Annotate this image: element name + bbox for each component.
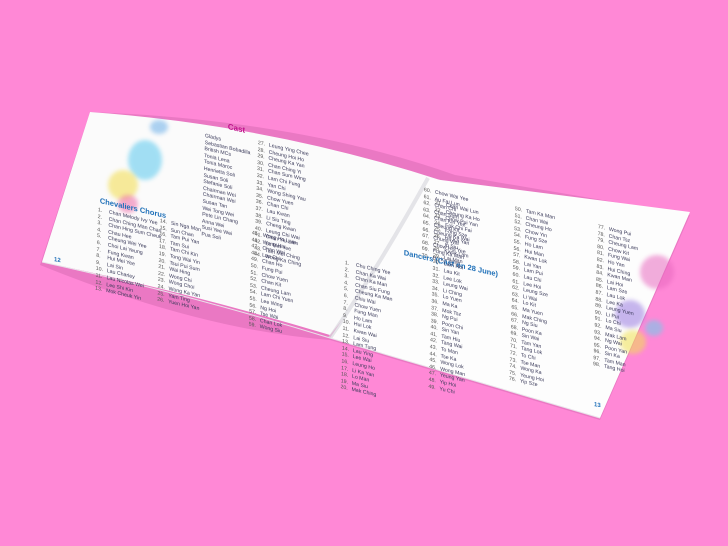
chorus-column-1: 1. Chan Melody Ivy Yee 2. Chan Ching Man C… (95, 207, 162, 307)
booklet-photo: Cast Gladys Sebastian Bobadilla British … (0, 0, 728, 546)
left-page-number: 12 (54, 257, 61, 265)
right-column-4: 77. Wong Pui 78. Chan Tsz 79. Cheung Lam 80… (593, 224, 639, 377)
cast-column-4: 45. Wong Ho Lam 46. Wong Hin 47. Chan Wai 4… (249, 230, 296, 338)
paint-splash-cyan-right (645, 320, 663, 336)
right-column-3: 50. Tam Ka Man 51. Chan Wai 52. Cheung Ho 5… (509, 206, 555, 392)
chorus-column-2: 14. Sin Nga Man 15. Sun Chan 16. Tam Pui Ya… (157, 218, 202, 313)
dancers-list: 1. Chu Ching Yee 2. Chan Ka Wai 3. Chan Ka … (340, 260, 393, 402)
cast-roles-list: Gladys Sebastian Bobadilla British MCs T… (201, 133, 251, 248)
right-column-2: 21. Chan Wai Lun 22. Cheung Ka Ho 23. Chow … (428, 200, 480, 400)
paint-splash-pink-right (640, 255, 674, 289)
paint-splash-blue (150, 120, 168, 134)
right-page-number: 13 (594, 402, 601, 410)
